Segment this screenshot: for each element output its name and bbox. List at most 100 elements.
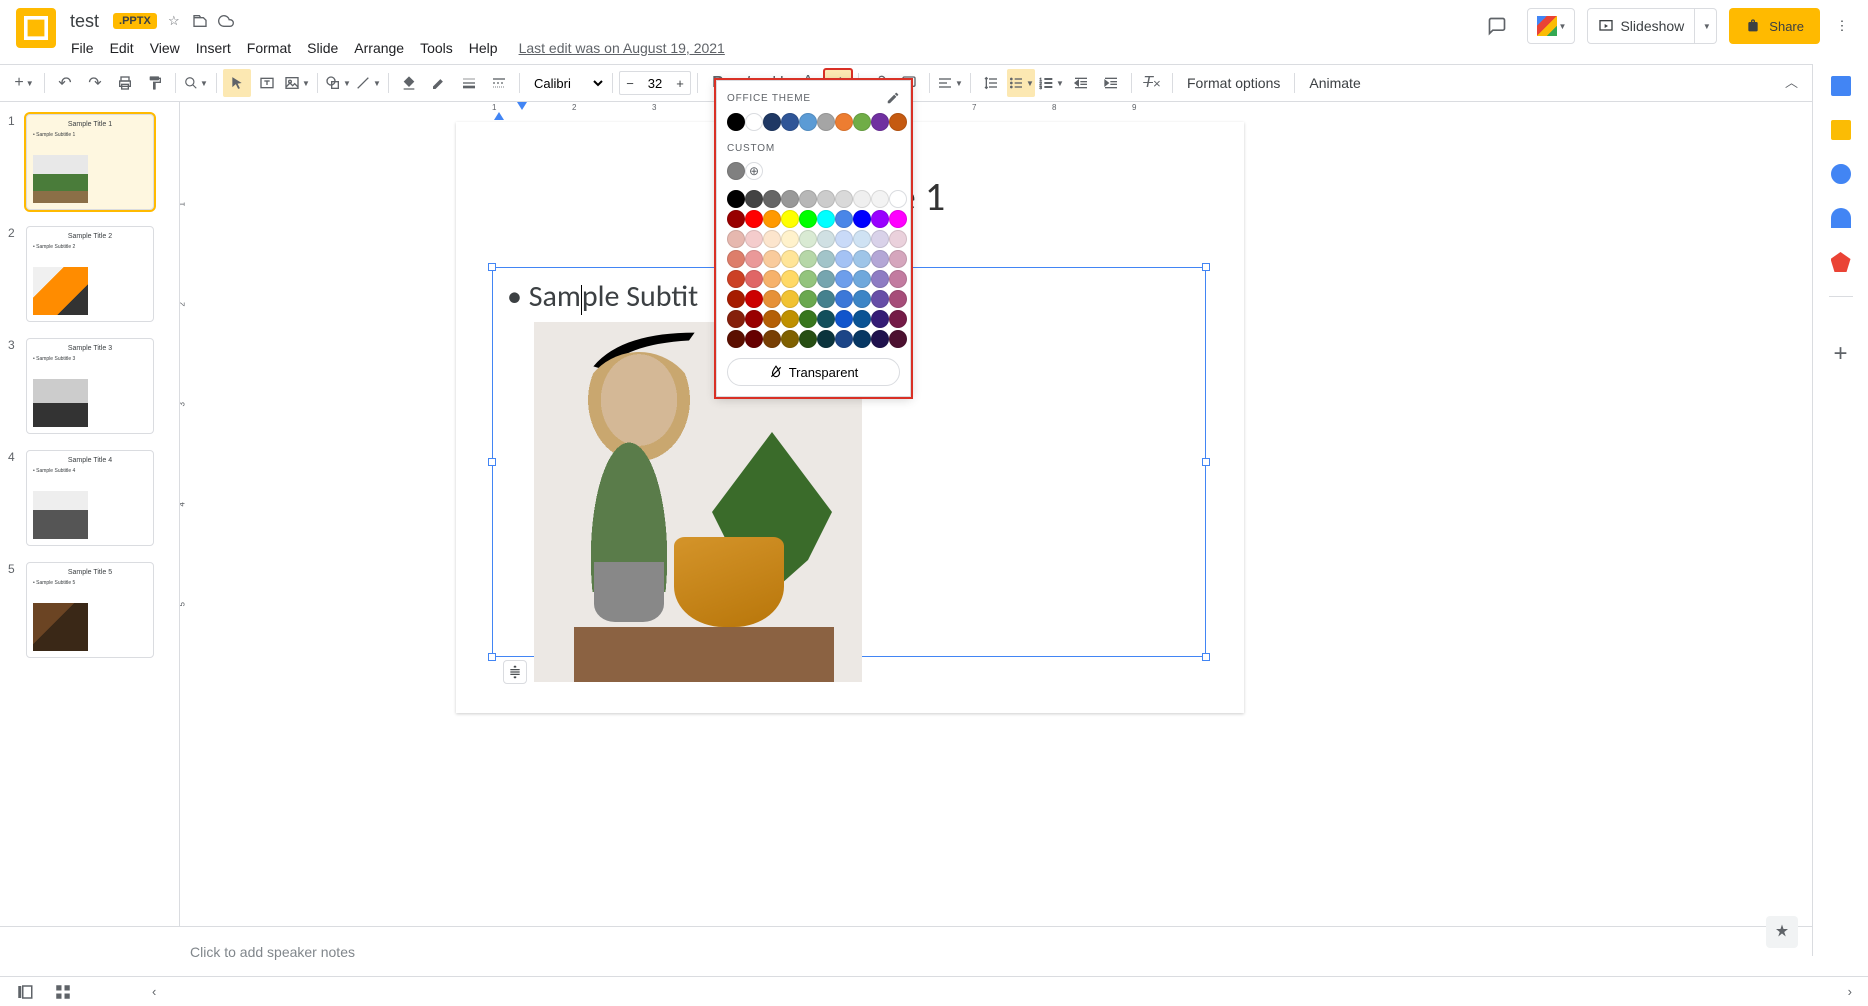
color-swatch[interactable] xyxy=(817,190,835,208)
border-color-button[interactable] xyxy=(425,69,453,97)
slide-thumbnail[interactable]: 5 Sample Title 5 • Sample Subtitle 5 xyxy=(0,558,179,670)
color-swatch[interactable] xyxy=(781,210,799,228)
numbered-list-button[interactable]: 123▼ xyxy=(1037,69,1065,97)
color-swatch[interactable] xyxy=(799,250,817,268)
color-swatch[interactable] xyxy=(835,270,853,288)
color-swatch[interactable] xyxy=(835,190,853,208)
color-swatch[interactable] xyxy=(835,113,853,131)
slide-thumbnail[interactable]: 1 Sample Title 1 • Sample Subtitle 1 xyxy=(0,110,179,222)
color-swatch[interactable] xyxy=(727,190,745,208)
color-swatch[interactable] xyxy=(817,210,835,228)
bullet-text[interactable]: • Sample Subtit xyxy=(507,278,698,315)
menu-insert[interactable]: Insert xyxy=(189,36,238,60)
color-swatch[interactable] xyxy=(745,210,763,228)
resize-handle[interactable] xyxy=(488,653,496,661)
clear-formatting-button[interactable]: T× xyxy=(1138,69,1166,97)
line-tool[interactable]: ▼ xyxy=(354,69,382,97)
color-swatch[interactable] xyxy=(763,270,781,288)
select-tool[interactable] xyxy=(223,69,251,97)
meet-button[interactable]: ▼ xyxy=(1527,8,1575,44)
color-swatch[interactable] xyxy=(889,250,907,268)
undo-button[interactable]: ↶ xyxy=(51,69,79,97)
right-chevron-icon[interactable]: › xyxy=(1848,984,1852,999)
filmstrip-view-icon[interactable] xyxy=(16,983,34,1001)
grid-view-icon[interactable] xyxy=(54,983,72,1001)
menu-slide[interactable]: Slide xyxy=(300,36,345,60)
star-icon[interactable]: ☆ xyxy=(165,12,183,30)
slide-thumbnail[interactable]: 4 Sample Title 4 • Sample Subtitle 4 xyxy=(0,446,179,558)
color-swatch[interactable] xyxy=(745,113,763,131)
color-swatch[interactable] xyxy=(799,290,817,308)
indent-increase-button[interactable] xyxy=(1097,69,1125,97)
font-size-input[interactable] xyxy=(640,76,670,91)
color-swatch[interactable] xyxy=(889,190,907,208)
color-swatch[interactable] xyxy=(853,290,871,308)
menu-arrange[interactable]: Arrange xyxy=(347,36,411,60)
color-swatch[interactable] xyxy=(853,190,871,208)
resize-handle[interactable] xyxy=(1202,458,1210,466)
color-swatch[interactable] xyxy=(763,190,781,208)
color-swatch[interactable] xyxy=(853,330,871,348)
resize-handle[interactable] xyxy=(1202,263,1210,271)
menu-help[interactable]: Help xyxy=(462,36,505,60)
slide-thumbnail[interactable]: 2 Sample Title 2 • Sample Subtitle 2 xyxy=(0,222,179,334)
autofit-button[interactable] xyxy=(503,660,527,684)
color-swatch[interactable] xyxy=(871,230,889,248)
color-swatch[interactable] xyxy=(727,230,745,248)
color-swatch[interactable] xyxy=(763,330,781,348)
color-swatch[interactable] xyxy=(853,250,871,268)
color-swatch[interactable] xyxy=(781,250,799,268)
color-swatch[interactable] xyxy=(817,290,835,308)
textbox-tool[interactable] xyxy=(253,69,281,97)
align-button[interactable]: ▼ xyxy=(936,69,964,97)
color-swatch[interactable] xyxy=(889,113,907,131)
color-swatch[interactable] xyxy=(727,113,745,131)
color-swatch[interactable] xyxy=(745,270,763,288)
font-size-decrease[interactable]: − xyxy=(620,76,640,91)
color-swatch[interactable] xyxy=(817,270,835,288)
color-swatch[interactable] xyxy=(853,270,871,288)
border-dash-button[interactable] xyxy=(485,69,513,97)
color-swatch[interactable] xyxy=(853,230,871,248)
resize-handle[interactable] xyxy=(488,458,496,466)
color-swatch[interactable] xyxy=(889,310,907,328)
comments-button[interactable] xyxy=(1479,8,1515,44)
color-swatch[interactable] xyxy=(727,210,745,228)
color-swatch[interactable] xyxy=(763,230,781,248)
color-swatch[interactable] xyxy=(781,270,799,288)
color-swatch[interactable] xyxy=(835,290,853,308)
color-swatch[interactable] xyxy=(871,270,889,288)
menu-edit[interactable]: Edit xyxy=(103,36,141,60)
color-swatch[interactable] xyxy=(727,270,745,288)
color-swatch[interactable] xyxy=(781,330,799,348)
maps-icon[interactable] xyxy=(1831,252,1851,272)
calendar-icon[interactable] xyxy=(1831,76,1851,96)
color-swatch[interactable] xyxy=(799,230,817,248)
color-swatch[interactable] xyxy=(853,113,871,131)
color-swatch[interactable] xyxy=(727,162,745,180)
menu-file[interactable]: File xyxy=(64,36,101,60)
line-spacing-button[interactable] xyxy=(977,69,1005,97)
color-swatch[interactable] xyxy=(817,250,835,268)
color-swatch[interactable] xyxy=(853,210,871,228)
cloud-icon[interactable] xyxy=(217,12,235,30)
doc-title[interactable]: test xyxy=(64,9,105,34)
color-swatch[interactable] xyxy=(781,230,799,248)
image-tool[interactable]: ▼ xyxy=(283,69,311,97)
more-vert-icon[interactable]: ⋮ xyxy=(1832,8,1852,44)
color-swatch[interactable] xyxy=(799,270,817,288)
format-options-button[interactable]: Format options xyxy=(1179,75,1288,91)
color-swatch[interactable] xyxy=(871,330,889,348)
font-size-increase[interactable]: + xyxy=(670,76,690,91)
color-swatch[interactable] xyxy=(817,330,835,348)
color-swatch[interactable] xyxy=(745,230,763,248)
transparent-button[interactable]: Transparent xyxy=(727,358,900,386)
speaker-notes[interactable]: Click to add speaker notes xyxy=(0,926,1868,976)
move-icon[interactable] xyxy=(191,12,209,30)
keep-icon[interactable] xyxy=(1831,120,1851,140)
color-swatch[interactable] xyxy=(727,310,745,328)
explore-button[interactable] xyxy=(1766,916,1798,948)
tasks-icon[interactable] xyxy=(1831,164,1851,184)
share-button[interactable]: Share xyxy=(1729,8,1820,44)
contacts-icon[interactable] xyxy=(1831,208,1851,228)
